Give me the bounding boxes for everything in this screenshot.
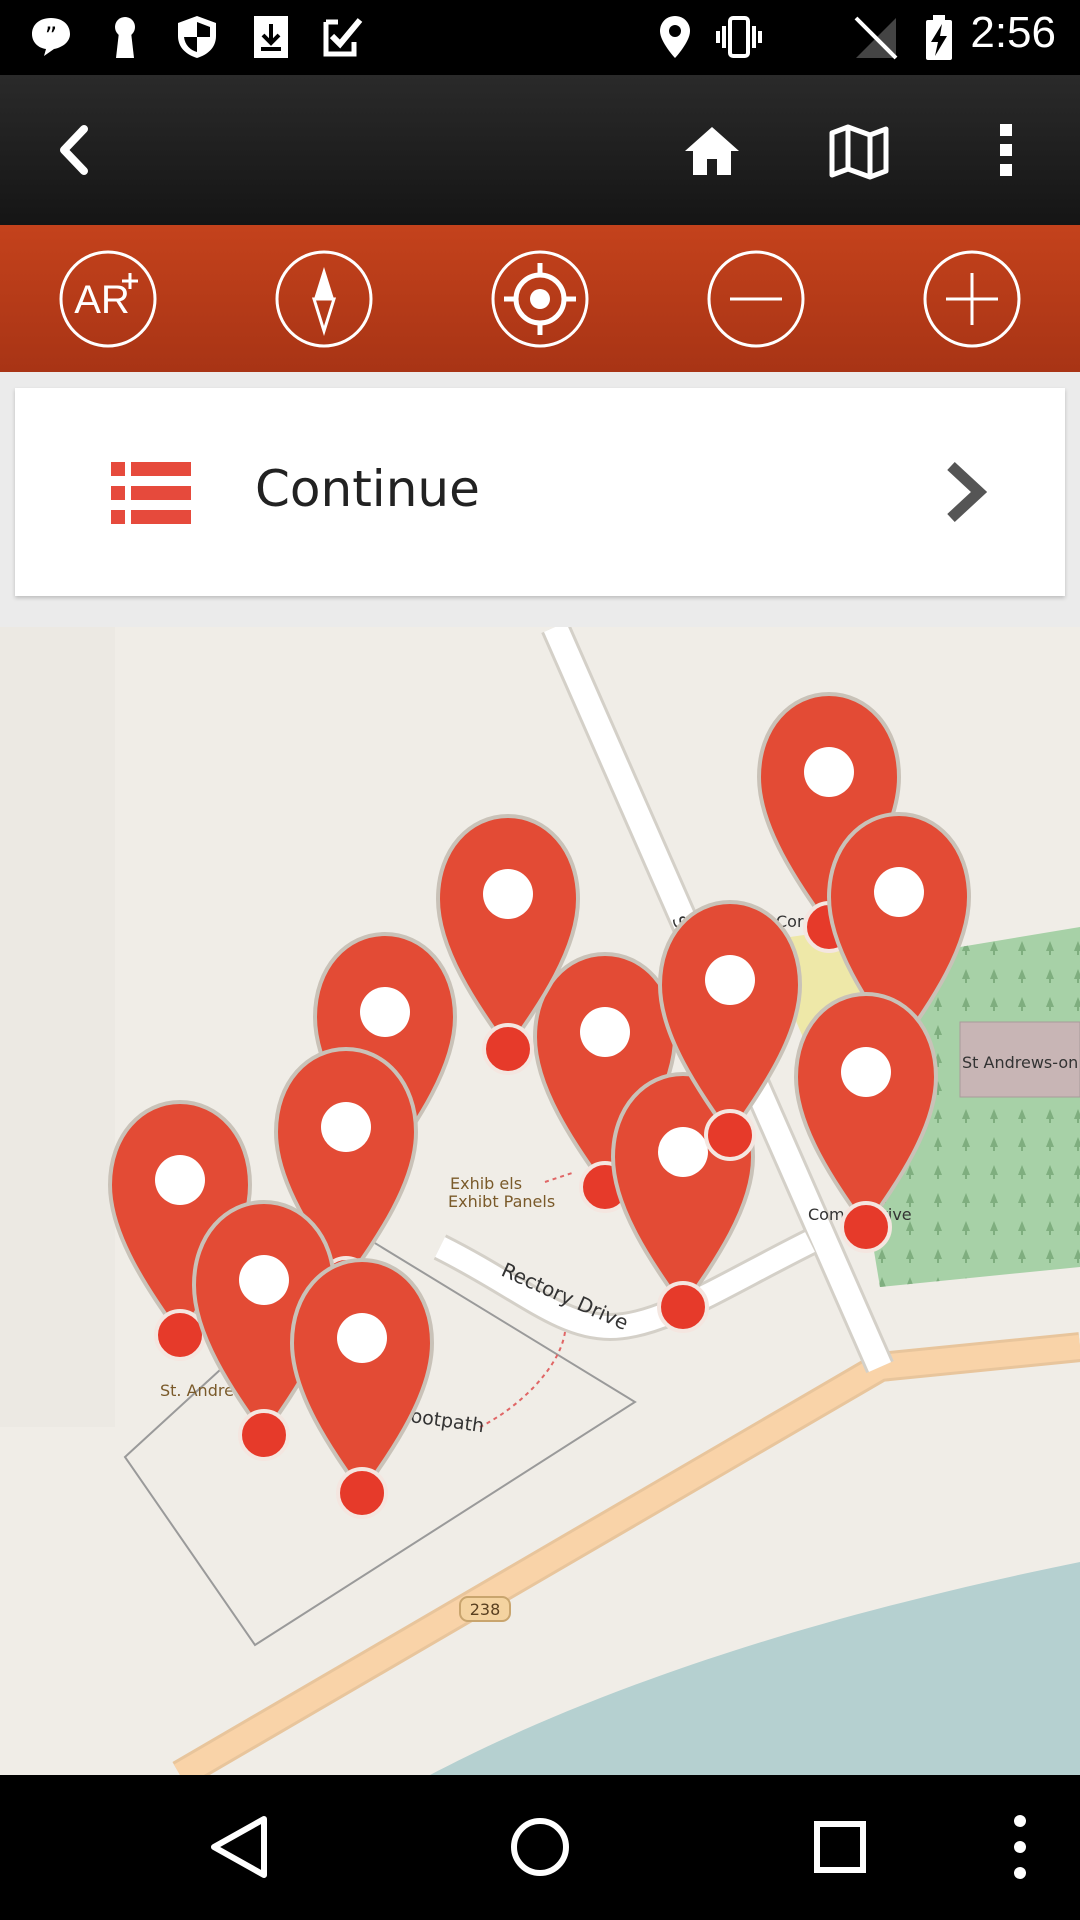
target-icon [504,263,576,335]
plus-icon [946,273,998,325]
quote-notification-icon: ” [32,18,70,56]
battery-charging-icon [926,15,952,60]
compass-icon [311,267,337,337]
exhibit-panels-label-1: Exhib els [450,1174,522,1193]
ar-plus-icon: AR [74,278,130,322]
exhibit-panels-label-2: Exhibt Panels [448,1192,555,1211]
zoom-in-button[interactable] [922,249,1022,349]
keyhole-icon [115,17,135,58]
continue-card[interactable]: Continue [15,388,1065,596]
recents-square-icon[interactable] [800,1807,880,1887]
water-area [430,1562,1080,1775]
checkmark-icon [323,18,363,57]
shield-icon [178,16,216,58]
no-signal-icon [854,16,898,60]
st-andrews-right-label: St Andrews-on [962,1053,1078,1072]
system-nav-bar [0,1775,1080,1920]
route-label: 238 [470,1600,501,1619]
st-andrews-left-label: St. Andre [160,1381,234,1400]
home-icon[interactable] [677,115,747,185]
map-pin[interactable] [290,1258,434,1519]
back-chevron-icon[interactable] [40,115,110,185]
continue-label: Continue [255,460,480,518]
map-icon[interactable] [824,115,894,185]
vibrate-icon [716,16,762,58]
ar-button[interactable]: AR [58,249,158,349]
app-toolbar [0,75,1080,225]
chevron-right-icon [947,461,987,523]
map-view[interactable]: Rectory Drive ootpath Exhib els Exhibt P… [0,627,1080,1775]
status-clock: 2:56 [970,8,1056,57]
more-dots-icon[interactable] [980,1807,1060,1887]
home-circle-icon[interactable] [500,1807,580,1887]
map-controls-bar: AR [0,225,1080,372]
footpath-label: ootpath [409,1405,485,1437]
list-icon [111,462,191,524]
status-bar: ” 2:56 [0,0,1080,75]
zoom-out-button[interactable] [706,249,806,349]
back-triangle-icon[interactable] [200,1807,280,1887]
more-vert-icon[interactable] [971,115,1041,185]
location-icon [660,16,690,58]
map-canvas[interactable]: Rectory Drive ootpath Exhib els Exhibt P… [0,627,1080,1775]
compass-button[interactable] [274,249,374,349]
my-location-button[interactable] [490,249,590,349]
download-icon [254,16,288,58]
svg-text:”: ” [45,22,57,50]
